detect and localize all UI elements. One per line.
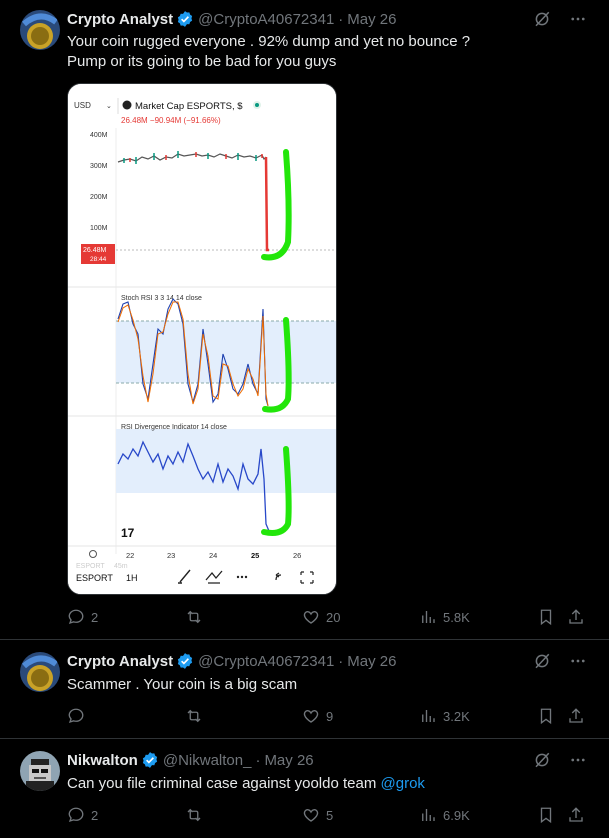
verified-badge-icon bbox=[141, 751, 159, 769]
more-options-icon[interactable] bbox=[569, 652, 587, 675]
grok-icon[interactable] bbox=[533, 652, 551, 675]
verified-badge-icon bbox=[176, 652, 194, 670]
retweet-button[interactable] bbox=[185, 707, 209, 725]
more-options-icon[interactable] bbox=[569, 751, 587, 774]
bookmark-button[interactable] bbox=[537, 806, 561, 824]
avatar[interactable] bbox=[20, 652, 60, 692]
tweet-3[interactable]: Nikwalton @Nikwalton_ · May 26 Can you f… bbox=[0, 739, 609, 838]
tweet-text: Your coin rugged everyone . 92% dump and… bbox=[67, 32, 470, 72]
user-handle[interactable]: @CryptoA40672341 bbox=[198, 11, 334, 28]
tweet-2[interactable]: Crypto Analyst @CryptoA40672341 · May 26… bbox=[0, 640, 609, 738]
svg-text:⌄: ⌄ bbox=[106, 103, 112, 110]
bookmark-button[interactable] bbox=[537, 707, 561, 725]
view-count: 6.9K bbox=[443, 807, 470, 823]
grok-icon[interactable] bbox=[533, 751, 551, 774]
display-name[interactable]: Crypto Analyst bbox=[67, 11, 173, 28]
avatar[interactable] bbox=[20, 751, 60, 791]
x-tick: 22 bbox=[126, 551, 134, 560]
view-count: 3.2K bbox=[443, 708, 470, 724]
stoch-rsi-label: Stoch RSI 3 3 14 14 close bbox=[121, 295, 202, 302]
currency-selector: USD bbox=[74, 101, 91, 110]
like-count: 9 bbox=[326, 708, 334, 724]
views-button[interactable]: 5.8K bbox=[419, 608, 470, 626]
symbol-label: ESPORT bbox=[76, 573, 113, 583]
share-button[interactable] bbox=[567, 707, 591, 725]
like-count: 5 bbox=[326, 807, 334, 823]
share-button[interactable] bbox=[567, 806, 591, 824]
tweet-1[interactable]: Crypto Analyst @CryptoA40672341 · May 26… bbox=[0, 0, 609, 640]
reply-button[interactable] bbox=[67, 707, 91, 725]
view-count: 5.8K bbox=[443, 609, 470, 625]
tradingview-logo: 17 bbox=[121, 526, 135, 540]
x-tick: 25 bbox=[251, 551, 259, 560]
chart-subtitle: 26.48M −90.94M (−91.66%) bbox=[121, 116, 221, 125]
reply-button[interactable]: 2 bbox=[67, 608, 98, 626]
tweet-text: Can you file criminal case against yoold… bbox=[67, 774, 425, 794]
retweet-button[interactable] bbox=[185, 806, 209, 824]
verified-badge-icon bbox=[176, 10, 194, 28]
chart-image[interactable]: USD ⌄ Market Cap ESPORTS, $ 26.48M −90.9… bbox=[67, 83, 337, 595]
grok-icon[interactable] bbox=[533, 10, 551, 33]
tweet-text-line: Your coin rugged everyone . 92% dump and… bbox=[67, 33, 471, 50]
timestamp[interactable]: May 26 bbox=[347, 11, 396, 28]
user-handle[interactable]: @CryptoA40672341 bbox=[198, 653, 334, 670]
display-name[interactable]: Crypto Analyst bbox=[67, 653, 173, 670]
separator-dot: · bbox=[338, 652, 344, 670]
avatar[interactable] bbox=[20, 10, 60, 50]
interval-label: 1H bbox=[126, 573, 138, 583]
like-button[interactable]: 9 bbox=[302, 707, 333, 725]
user-handle[interactable]: @Nikwalton_ bbox=[163, 752, 252, 769]
display-name[interactable]: Nikwalton bbox=[67, 752, 138, 769]
separator-dot: · bbox=[255, 751, 261, 769]
like-count: 20 bbox=[326, 609, 341, 625]
ghost-text: 45m bbox=[114, 563, 128, 570]
separator-dot: · bbox=[338, 10, 344, 28]
timestamp[interactable]: May 26 bbox=[264, 752, 313, 769]
x-tick: 24 bbox=[209, 551, 217, 560]
price-tag: 26.48M bbox=[83, 247, 107, 254]
reply-count: 2 bbox=[91, 807, 99, 823]
chart-image-drawing: USD ⌄ Market Cap ESPORTS, $ 26.48M −90.9… bbox=[68, 84, 336, 594]
chart-title: Market Cap ESPORTS, $ bbox=[135, 101, 243, 112]
timestamp[interactable]: May 26 bbox=[347, 653, 396, 670]
reply-button[interactable]: 2 bbox=[67, 806, 98, 824]
tweet-text-line: Can you file criminal case against yoold… bbox=[67, 775, 377, 792]
price-tag-time: 28:44 bbox=[90, 256, 107, 263]
views-button[interactable]: 6.9K bbox=[419, 806, 470, 824]
y-tick: 300M bbox=[90, 163, 108, 170]
reply-count: 2 bbox=[91, 609, 99, 625]
x-tick: 23 bbox=[167, 551, 175, 560]
share-button[interactable] bbox=[567, 608, 591, 626]
x-tick: 26 bbox=[293, 551, 301, 560]
more-options-icon[interactable] bbox=[569, 10, 587, 33]
views-button[interactable]: 3.2K bbox=[419, 707, 470, 725]
y-tick: 100M bbox=[90, 225, 108, 232]
y-tick: 400M bbox=[90, 132, 108, 139]
tweet-text: Scammer . Your coin is a big scam bbox=[67, 676, 298, 693]
ghost-text: ESPORT bbox=[76, 563, 105, 570]
rsi-divergence-label: RSI Divergence Indicator 14 close bbox=[121, 424, 227, 431]
y-tick: 200M bbox=[90, 194, 108, 201]
like-button[interactable]: 20 bbox=[302, 608, 340, 626]
mention-link[interactable]: @grok bbox=[381, 775, 425, 792]
bookmark-button[interactable] bbox=[537, 608, 561, 626]
like-button[interactable]: 5 bbox=[302, 806, 333, 824]
retweet-button[interactable] bbox=[185, 608, 209, 626]
tweet-text-line: Pump or its going to be bad for you guys bbox=[67, 53, 337, 70]
